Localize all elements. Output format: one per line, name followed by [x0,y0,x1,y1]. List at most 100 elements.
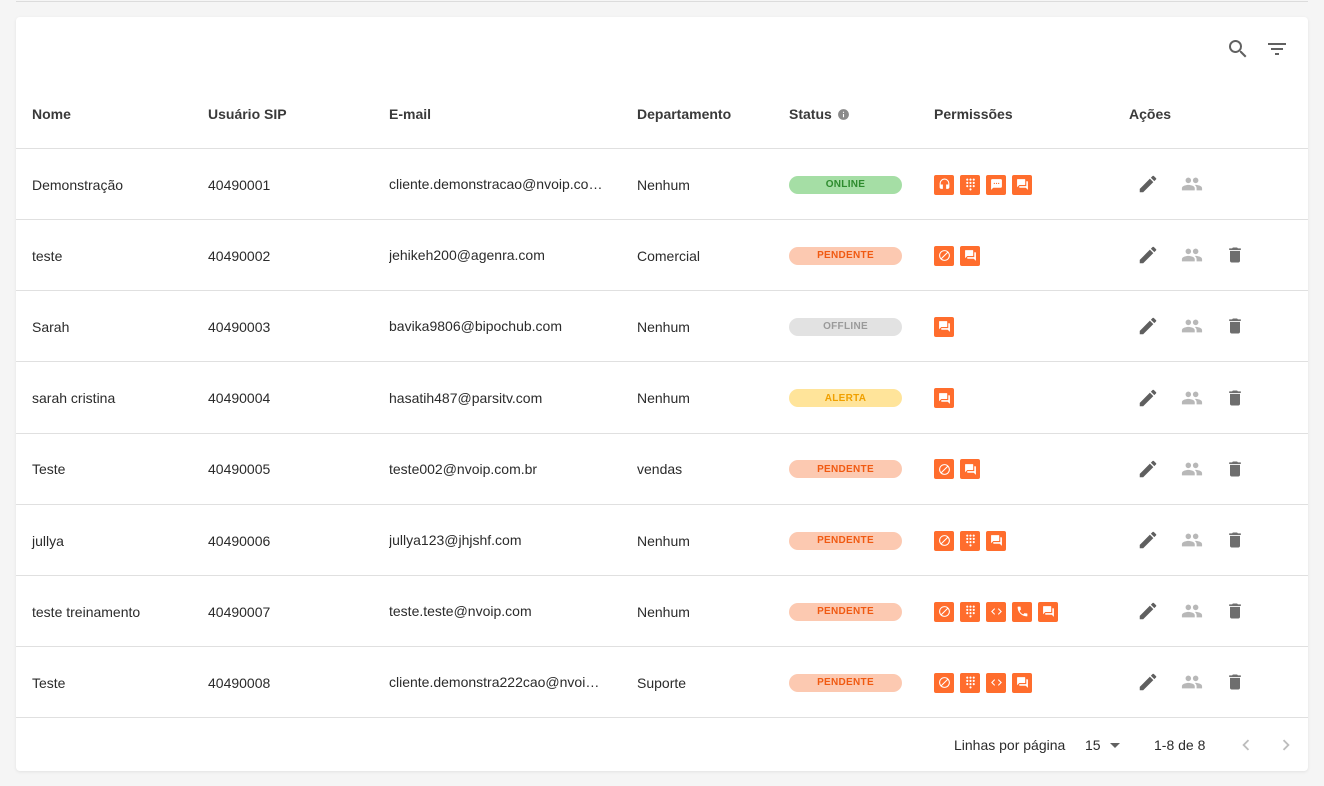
group-button[interactable] [1180,599,1204,623]
table-row[interactable]: jullya 40490006 jullya123@jhjshf.com Nen… [16,505,1308,576]
cell-name: teste treinamento [32,603,141,620]
table-row[interactable]: teste treinamento 40490007 teste.teste@n… [16,576,1308,648]
pencil-icon [1139,246,1157,264]
group-icon [1181,675,1203,689]
cell-name: Teste [32,674,66,691]
table-row[interactable]: teste 40490002 jehikeh200@agenra.com Com… [16,220,1308,292]
column-header-department[interactable]: Departamento [637,79,731,149]
table-row[interactable]: Teste 40490008 cliente.demonstra222cao@n… [16,647,1308,719]
group-button[interactable] [1180,172,1204,196]
rows-per-page-select[interactable]: 15 [1085,719,1120,771]
delete-button[interactable] [1223,243,1247,267]
delete-button[interactable] [1223,528,1247,552]
column-header-name[interactable]: Nome [32,79,71,149]
cell-sip-user: 40490001 [208,176,271,193]
delete-button[interactable] [1223,670,1247,694]
previous-page-button[interactable] [1234,733,1258,757]
block-icon [934,530,954,551]
cell-sip-user: 40490008 [208,674,271,691]
edit-button[interactable] [1136,599,1160,623]
trash-icon [1229,247,1241,263]
status-badge: OFFLINE [789,317,902,336]
chevron-down-icon [1109,742,1120,748]
chat-icon [1012,672,1032,693]
chat-icon [960,245,980,266]
status-badge: PENDENTE [789,602,902,621]
edit-button[interactable] [1136,386,1160,410]
group-icon [1181,533,1203,547]
next-page-button[interactable] [1274,733,1298,757]
column-header-sip[interactable]: Usuário SIP [208,79,287,149]
edit-button[interactable] [1136,172,1160,196]
delete-button[interactable] [1223,314,1247,338]
cell-department: Comercial [637,247,701,264]
edit-button[interactable] [1136,670,1160,694]
filter-icon[interactable] [1265,37,1289,61]
dialpad-icon [960,601,980,622]
cell-sip-user: 40490004 [208,390,271,407]
group-button[interactable] [1180,314,1204,338]
trash-icon [1229,318,1241,334]
group-icon [1181,248,1203,262]
trash-icon [1229,532,1241,548]
cell-name: sarah cristina [32,390,116,407]
trash-icon [1229,674,1241,690]
delete-button[interactable] [1223,457,1247,481]
table-row[interactable]: Teste 40490005 teste002@nvoip.com.br ven… [16,434,1308,505]
group-icon [1181,391,1203,405]
pencil-icon [1139,389,1157,406]
dialpad-icon [960,672,980,693]
pencil-icon [1139,318,1157,335]
cell-department: Nenhum [637,603,690,620]
pencil-icon [1139,531,1157,549]
sms-icon [986,174,1006,195]
users-table-card: Nome Usuário SIP E-mail Departamento Sta… [16,17,1308,771]
group-icon [1181,319,1203,333]
cell-email: hasatih487@parsitv.com [389,389,543,406]
block-icon [934,601,954,622]
status-badge: PENDENTE [789,673,902,692]
delete-button[interactable] [1223,386,1247,410]
table-row[interactable]: sarah cristina 40490004 hasatih487@parsi… [16,363,1308,434]
chat-icon [934,388,954,409]
pagination-range: 1-8 de 8 [1154,737,1206,753]
block-icon [934,459,954,480]
delete-button[interactable] [1223,599,1247,623]
column-header-permissions: Permissões [934,106,1013,122]
cell-name: Sarah [32,318,70,335]
group-button[interactable] [1180,243,1204,267]
group-icon [1181,462,1203,476]
info-icon[interactable] [837,108,850,121]
table-row[interactable]: Demonstração 40490001 cliente.demonstrac… [16,149,1308,220]
group-button[interactable] [1180,457,1204,481]
column-header-status-label: Status [789,106,832,122]
trash-icon [1229,461,1241,477]
status-badge: ALERTA [789,389,902,408]
edit-button[interactable] [1136,243,1160,267]
code-icon [986,672,1006,693]
permissions-list [934,388,954,409]
column-header-email[interactable]: E-mail [389,79,431,149]
group-button[interactable] [1180,670,1204,694]
edit-button[interactable] [1136,457,1160,481]
edit-button[interactable] [1136,314,1160,338]
group-button[interactable] [1180,386,1204,410]
cell-name: Teste [32,461,66,478]
dialpad-icon [960,530,980,551]
top-divider [16,0,1308,2]
cell-email: bavika9806@bipochub.com [389,318,562,335]
cell-name: teste [32,247,63,264]
search-icon[interactable] [1226,37,1250,61]
permissions-list [934,245,980,266]
rows-per-page-value: 15 [1085,737,1101,753]
edit-button[interactable] [1136,528,1160,552]
table-header: Nome Usuário SIP E-mail Departamento Sta… [16,79,1308,149]
group-button[interactable] [1180,528,1204,552]
block-icon [934,672,954,693]
cell-email: teste.teste@nvoip.com [389,603,532,620]
block-icon [934,245,954,266]
cell-sip-user: 40490003 [208,318,271,335]
status-badge: ONLINE [789,175,902,194]
column-header-status[interactable]: Status [789,79,850,149]
table-row[interactable]: Sarah 40490003 bavika9806@bipochub.com N… [16,291,1308,363]
